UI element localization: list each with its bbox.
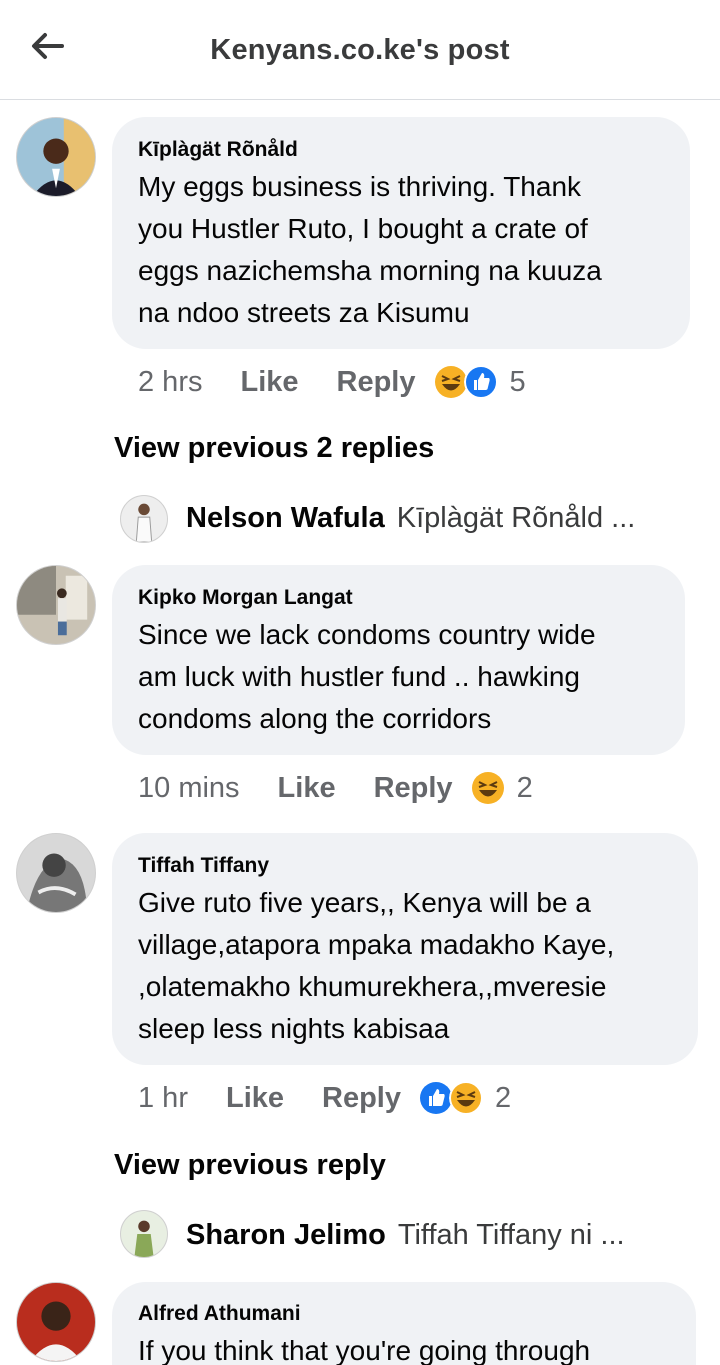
avatar[interactable] (120, 495, 168, 543)
comment-meta: 1 hr Like Reply 2 (138, 1078, 511, 1118)
reply-button[interactable]: Reply (374, 772, 453, 805)
reply-button[interactable]: Reply (322, 1082, 401, 1115)
reaction-count: 2 (495, 1081, 512, 1114)
comment-line: eggs nazichemsha morning na kuuza (138, 255, 602, 286)
reactions[interactable] (434, 362, 498, 402)
comment-text: If you think that you're going through (138, 1330, 590, 1365)
haha-emoji-icon (471, 772, 504, 804)
reply-preview[interactable]: Nelson Wafula Kīplàgät Rõnåld ... (186, 502, 635, 535)
reply-preview[interactable]: Sharon Jelimo Tiffah Tiffany ni ... (186, 1219, 625, 1252)
reply-author[interactable]: Sharon Jelimo (186, 1219, 386, 1252)
reply-author[interactable]: Nelson Wafula (186, 502, 385, 535)
reply-button[interactable]: Reply (337, 366, 416, 399)
avatar[interactable] (16, 833, 96, 913)
reactions[interactable] (419, 1078, 483, 1118)
top-bar: Kenyans.co.ke's post (0, 0, 720, 100)
avatar[interactable] (120, 1210, 168, 1258)
avatar[interactable] (16, 117, 96, 197)
comment-text: Give ruto five years,, Kenya will be a v… (138, 882, 614, 1050)
comment-line: My eggs business is thriving. Thank (138, 171, 582, 202)
comment-line: Since we lack condoms country wide (138, 619, 596, 650)
comment-line: you Hustler Ruto, I bought a crate of (138, 213, 588, 244)
reaction-count: 5 (509, 365, 526, 398)
comment-author[interactable]: Alfred Athumani (138, 1302, 301, 1326)
comment-text: My eggs business is thriving. Thank you … (138, 166, 602, 334)
comment-line: If you think that you're going through (138, 1335, 591, 1365)
haha-emoji-icon (449, 1081, 483, 1115)
comment-author[interactable]: Kīplàgät Rõnåld (138, 138, 298, 162)
comment-line: condoms along the corridors (138, 703, 492, 734)
like-button[interactable]: Like (278, 772, 336, 805)
like-button[interactable]: Like (240, 366, 298, 399)
comment-line: sleep less nights kabisaa (138, 1013, 450, 1044)
like-emoji-icon (463, 365, 498, 399)
comment-line: village,atapora mpaka madakho Kaye, (138, 929, 615, 960)
comment-meta: 10 mins Like Reply 2 (138, 768, 533, 808)
comment-line: Give ruto five years,, Kenya will be a (138, 887, 591, 918)
avatar[interactable] (16, 565, 96, 645)
like-button[interactable]: Like (226, 1082, 284, 1115)
comment-line: ,olatemakho khumurekhera,,mveresie (138, 971, 607, 1002)
view-previous-replies-link[interactable]: View previous 2 replies (114, 432, 434, 465)
reply-text: Kīplàgät Rõnåld ... (396, 502, 636, 534)
comment-author[interactable]: Tiffah Tiffany (138, 854, 269, 878)
reply-text: Tiffah Tiffany ni ... (397, 1219, 625, 1251)
comment-time: 2 hrs (138, 365, 203, 398)
comment-author[interactable]: Kipko Morgan Langat (138, 586, 353, 610)
reaction-count: 2 (516, 771, 533, 804)
comment-time: 1 hr (138, 1081, 188, 1114)
avatar[interactable] (16, 1282, 96, 1362)
comment-time: 10 mins (138, 771, 240, 804)
comment-line: na ndoo streets za Kisumu (138, 297, 470, 328)
view-previous-reply-link[interactable]: View previous reply (114, 1149, 386, 1182)
page-title: Kenyans.co.ke's post (210, 34, 510, 66)
reactions[interactable] (471, 768, 505, 808)
comment-meta: 2 hrs Like Reply 5 (138, 362, 526, 402)
comment-line: am luck with hustler fund .. hawking (138, 661, 580, 692)
like-emoji-icon (420, 1082, 452, 1114)
comment-text: Since we lack condoms country wide am lu… (138, 614, 596, 740)
haha-emoji-icon (434, 366, 467, 398)
